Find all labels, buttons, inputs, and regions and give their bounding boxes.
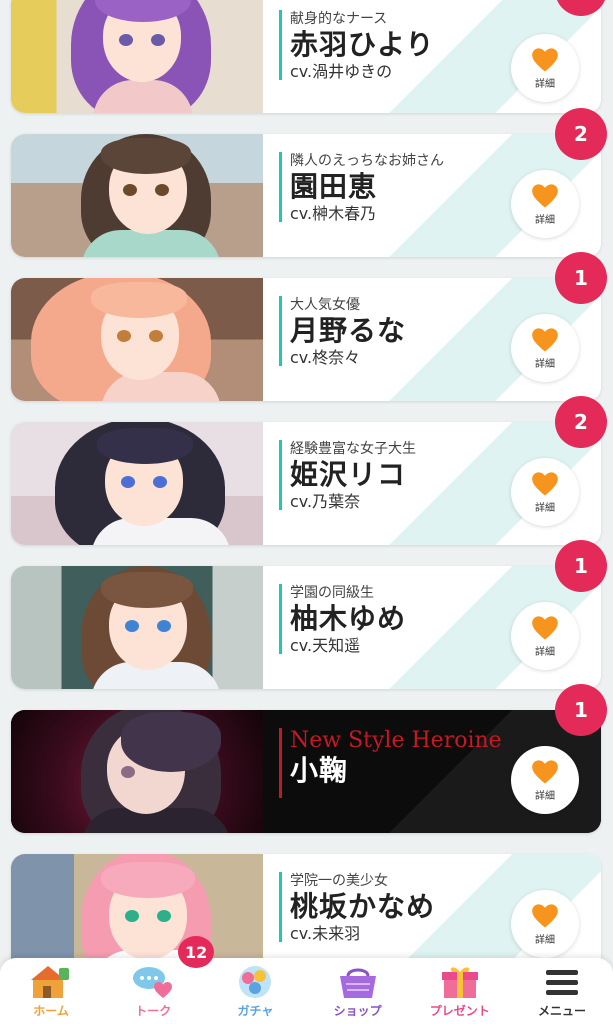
new-count-badge: 1 [555,540,607,592]
character-info: 大人気女優 月野るな cv.柊奈々 [279,296,407,367]
character-card[interactable]: New Style Heroine 小鞠 詳細 [11,710,601,833]
character-cv: cv.渦井ゆきの [290,62,393,81]
detail-label: 詳細 [535,78,555,90]
character-portrait [11,566,263,689]
character-cv: cv.乃葉奈 [290,492,361,511]
detail-button[interactable]: 詳細 [511,890,579,958]
tab-label: ショップ [333,1004,382,1018]
character-card[interactable]: 隣人のえっちなお姉さん 園田恵 cv.榊木春乃 詳細 [11,134,601,257]
detail-label: 詳細 [535,358,555,370]
character-role: 隣人のえっちなお姉さん [290,153,444,169]
character-info: 経験豊富な女子大生 姫沢リコ cv.乃葉奈 [279,440,416,511]
character-name: 姫沢リコ [290,458,407,491]
character-portrait [11,0,263,113]
character-name: 園田恵 [290,170,378,203]
character-card[interactable]: 大人気女優 月野るな cv.柊奈々 詳細 [11,278,601,401]
tab-gacha[interactable]: ガチャ [204,958,306,1024]
character-name: 月野るな [290,314,407,347]
gacha-icon [239,966,272,998]
tab-label: ガチャ [237,1004,274,1018]
tab-present[interactable]: プレゼント [409,958,511,1024]
character-list: 献身的なナース 赤羽ひより cv.渦井ゆきの 詳細 隣人のえっちなお姉さん 園田… [0,0,613,960]
character-name: 桃坂かなめ [290,890,436,923]
heart-icon [532,471,558,496]
character-name: 赤羽ひより [290,28,435,61]
character-card[interactable]: 経験豊富な女子大生 姫沢リコ cv.乃葉奈 詳細 [11,422,601,545]
character-name: 柚木ゆめ [290,602,407,635]
character-role: 献身的なナース [290,11,388,27]
detail-label: 詳細 [535,934,555,946]
bottom-tab-bar: ホーム 12 トーク ガチャ ショップ プレゼント メニュー [0,936,613,1024]
home-icon [31,966,70,998]
character-name: 小鞠 [290,754,349,787]
detail-button[interactable]: 詳細 [511,602,579,670]
detail-button[interactable]: 詳細 [511,34,579,102]
talk-icon [133,967,173,998]
character-portrait [11,710,263,833]
tab-home[interactable]: ホーム [0,958,102,1024]
detail-label: 詳細 [535,502,555,514]
tab-label: メニュー [537,1004,586,1018]
character-card[interactable]: 学園の同級生 柚木ゆめ cv.天知遥 詳細 [11,566,601,689]
tab-label: ホーム [33,1004,69,1018]
detail-button[interactable]: 詳細 [511,746,579,814]
character-info: 献身的なナース 赤羽ひより cv.渦井ゆきの [279,10,435,81]
character-role: 学院一の美少女 [290,873,388,889]
detail-label: 詳細 [535,790,555,802]
menu-icon [545,970,578,995]
character-info: 学院一の美少女 桃坂かなめ cv.未来羽 [279,872,436,943]
new-count-badge: 1 [555,252,607,304]
character-cv: cv.天知遥 [290,636,361,655]
detail-button[interactable]: 詳細 [511,170,579,238]
character-portrait [11,422,263,545]
shop-icon [339,968,376,998]
new-count-badge: 1 [555,684,607,736]
character-cv: cv.柊奈々 [290,348,361,367]
character-role: 学園の同級生 [290,585,374,601]
tab-label: トーク [135,1004,172,1018]
character-portrait [11,278,263,401]
character-card[interactable]: 学院一の美少女 桃坂かなめ cv.未来羽 詳細 [11,854,601,960]
heart-icon [532,327,558,352]
character-portrait [11,134,263,257]
character-cv: cv.榊木春乃 [290,204,377,223]
tab-shop[interactable]: ショップ [307,958,409,1024]
present-icon [441,967,478,998]
character-info: 学園の同級生 柚木ゆめ cv.天知遥 [279,584,407,655]
heart-icon [532,759,558,784]
detail-button[interactable]: 詳細 [511,458,579,526]
character-info: New Style Heroine 小鞠 [279,728,502,798]
heart-icon [532,903,558,928]
detail-label: 詳細 [535,646,555,658]
character-card[interactable]: 献身的なナース 赤羽ひより cv.渦井ゆきの 詳細 [11,0,601,113]
new-count-badge: 2 [555,396,607,448]
heart-icon [532,47,558,72]
detail-label: 詳細 [535,214,555,226]
new-count-badge: 2 [555,108,607,160]
tab-label: プレゼント [429,1004,490,1018]
character-role: 大人気女優 [290,297,360,313]
tab-talk[interactable]: 12 トーク [102,936,215,1024]
character-role: 経験豊富な女子大生 [290,441,416,457]
heart-icon [532,183,558,208]
tab-menu[interactable]: メニュー [511,958,613,1024]
character-cv: cv.未来羽 [290,924,361,943]
character-portrait [11,854,263,960]
heart-icon [532,615,558,640]
character-info: 隣人のえっちなお姉さん 園田恵 cv.榊木春乃 [279,152,444,223]
detail-button[interactable]: 詳細 [511,314,579,382]
character-role: New Style Heroine [290,728,502,753]
